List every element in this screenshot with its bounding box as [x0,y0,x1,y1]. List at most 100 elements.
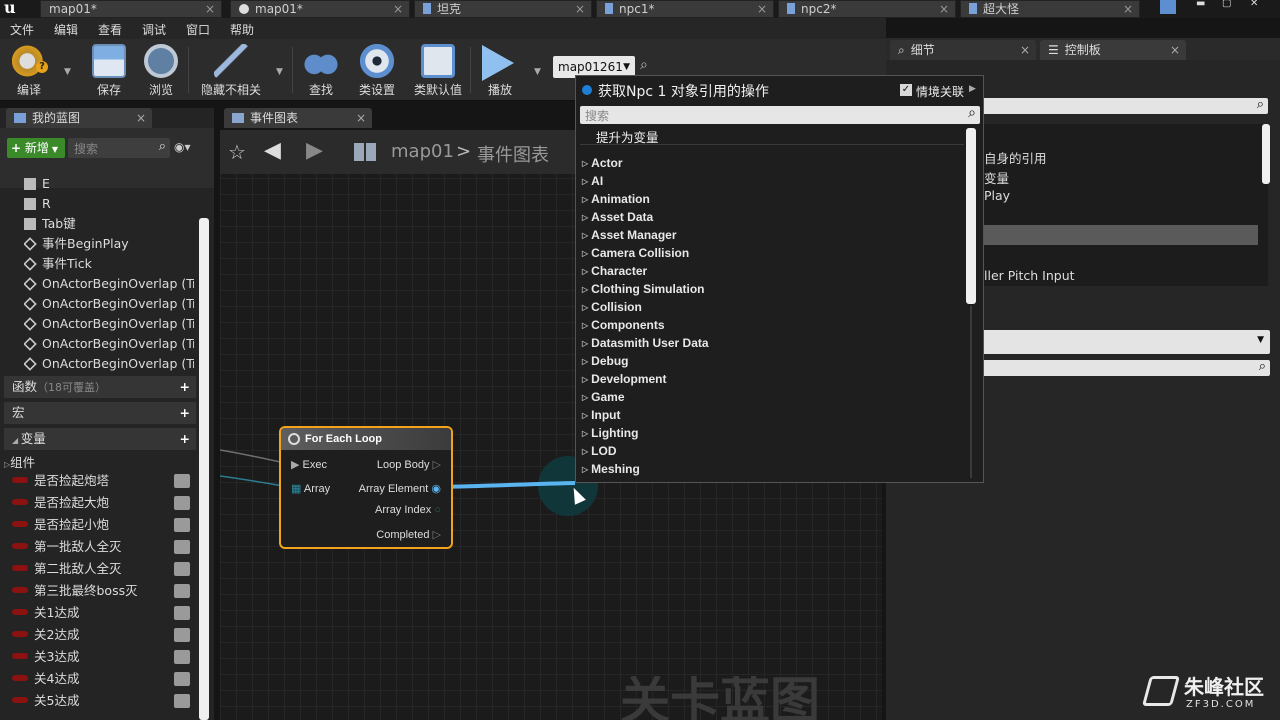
array-index-pin[interactable]: Array Index ○ [375,504,441,516]
category-animation[interactable]: ▷ Animation [582,190,650,208]
minimize-icon[interactable]: ▬ [1196,0,1205,9]
category-input[interactable]: ▷ Input [582,406,620,424]
save-button[interactable]: 保存 [86,39,132,101]
feedback-icon[interactable] [1160,0,1176,14]
category-components[interactable]: ▷ Components [582,316,665,334]
menu-file[interactable]: 文件 [10,21,34,38]
list-item[interactable]: OnActorBeginOverlap (Tr [24,314,194,334]
add-function-icon[interactable]: + [180,376,190,398]
close-icon[interactable]: × [136,108,146,128]
list-item[interactable]: 事件BeginPlay [24,234,194,254]
variable-row[interactable]: 关2达成 [12,624,194,646]
palette-selected-row[interactable] [982,225,1258,245]
loop-body-pin[interactable]: Loop Body ▷ [377,458,441,471]
back-arrow-icon[interactable]: ◀ [264,138,281,163]
variable-row[interactable]: 是否捡起大炮 [12,492,194,514]
list-item[interactable]: E [24,174,194,194]
find-button[interactable]: 查找 [298,39,344,101]
category-datasmith-user-data[interactable]: ▷ Datasmith User Data [582,334,709,352]
exec-pin[interactable]: ▶ Exec [291,458,327,471]
menu-window[interactable]: 窗口 [186,21,210,38]
category-lod[interactable]: ▷ LOD [582,442,617,460]
menu-debug[interactable]: 调试 [142,21,166,38]
visibility-eye-icon[interactable] [174,496,190,510]
close-icon[interactable]: × [393,1,403,17]
event-graph-tab[interactable]: 事件图表 × [224,108,372,128]
array-pin[interactable]: ▦ Array [291,482,330,495]
menu-view[interactable]: 查看 [98,21,122,38]
category-lighting[interactable]: ▷ Lighting [582,424,638,442]
hide-unrelated-dropdown[interactable]: ▼ [276,67,283,77]
close-icon[interactable]: × [939,1,949,17]
close-window-icon[interactable]: ✕ [1250,0,1258,9]
menu-edit[interactable]: 编辑 [54,21,78,38]
compile-button[interactable]: ? 编译 [4,39,54,101]
category-game[interactable]: ▷ Game [582,388,625,406]
doc-tab-tank[interactable]: 坦克 × [414,0,592,18]
list-item[interactable]: OnActorBeginOverlap (Tr [24,274,194,294]
close-icon[interactable]: × [757,1,767,17]
doc-tab-npc1[interactable]: npc1* × [596,0,774,18]
category-camera-collision[interactable]: ▷ Camera Collision [582,244,689,262]
category-collision[interactable]: ▷ Collision [582,298,642,316]
favorite-star-icon[interactable]: ☆ [228,140,246,164]
macros-section[interactable]: 宏 + [4,402,196,424]
doc-tab-map01-level[interactable]: map01* × [40,0,222,18]
visibility-eye-icon[interactable] [174,628,190,642]
panel-scrollbar[interactable] [199,218,209,720]
variable-row[interactable]: 是否捡起小炮 [12,514,194,536]
variable-row[interactable]: 是否捡起炮塔 [12,470,194,492]
visibility-eye-icon[interactable] [174,672,190,686]
doc-tab-npc2[interactable]: npc2* × [778,0,956,18]
variable-row[interactable]: 关5达成 [12,690,194,712]
palette-category-select[interactable]: ▼ [982,330,1270,354]
action-search-input[interactable]: 搜索 ⌕ [580,105,980,124]
list-item[interactable]: R [24,194,194,214]
variable-row[interactable]: 第三批最终boss灭 [12,580,194,602]
palette-search-input[interactable]: ⌕ [982,97,1268,114]
list-item[interactable]: OnActorBeginOverlap (Tr [24,354,194,374]
palette-item-play[interactable]: Play [984,188,1010,203]
list-item[interactable]: OnActorBeginOverlap (Tr [24,334,194,354]
debug-find-icon[interactable]: ⌕ [640,57,648,73]
category-development[interactable]: ▷ Development [582,370,667,388]
add-macro-icon[interactable]: + [180,402,190,424]
close-icon[interactable]: × [575,1,585,17]
variable-row[interactable]: 关4达成 [12,668,194,690]
category-character[interactable]: ▷ Character [582,262,647,280]
palette-item-variable[interactable]: 变量 [984,168,1009,187]
category-clothing-simulation[interactable]: ▷ Clothing Simulation [582,280,704,298]
class-defaults-button[interactable]: 类默认值 [410,39,466,101]
browse-button[interactable]: 浏览 [138,39,184,101]
close-icon[interactable]: × [1020,40,1030,60]
category-asset-data[interactable]: ▷ Asset Data [582,208,653,226]
doc-tab-map01[interactable]: map01* × [230,0,410,18]
play-options-dropdown[interactable]: ▼ [534,67,541,77]
add-variable-icon[interactable]: + [180,428,190,450]
maximize-icon[interactable]: ▢ [1222,0,1231,9]
variable-row[interactable]: 第二批敌人全灭 [12,558,194,580]
category-ai[interactable]: ▷ AI [582,172,603,190]
variables-section[interactable]: ◢ 变量 + [4,428,196,450]
forward-arrow-icon[interactable]: ▶ [306,138,323,163]
menu-help[interactable]: 帮助 [230,21,254,38]
add-new-button[interactable]: + 新增 ▼ [7,138,65,158]
compile-options-dropdown[interactable]: ▼ [64,67,71,77]
class-settings-button[interactable]: 类设置 [352,39,402,101]
list-item[interactable]: OnActorBeginOverlap (Tr [24,294,194,314]
completed-pin[interactable]: Completed ▷ [376,528,441,541]
category-asset-manager[interactable]: ▷ Asset Manager [582,226,677,244]
variable-row[interactable]: 关1达成 [12,602,194,624]
category-actor[interactable]: ▷ Actor [582,154,623,172]
list-item[interactable]: Tab键 [24,214,194,234]
visibility-eye-icon[interactable] [174,584,190,598]
palette-tab[interactable]: ☰ 控制板 × [1040,40,1186,60]
play-button[interactable]: 播放 [476,39,524,101]
details-tab[interactable]: ⌕ 细节 × [890,40,1036,60]
components-category[interactable]: ▷组件 [4,452,35,471]
visibility-eye-icon[interactable] [174,606,190,620]
close-icon[interactable]: × [1123,1,1133,17]
hide-unrelated-button[interactable]: 隐藏不相关 [194,39,268,101]
palette-item-pitch-input[interactable]: ller Pitch Input [984,268,1075,283]
my-blueprint-tab[interactable]: 我的蓝图 × [6,108,152,128]
